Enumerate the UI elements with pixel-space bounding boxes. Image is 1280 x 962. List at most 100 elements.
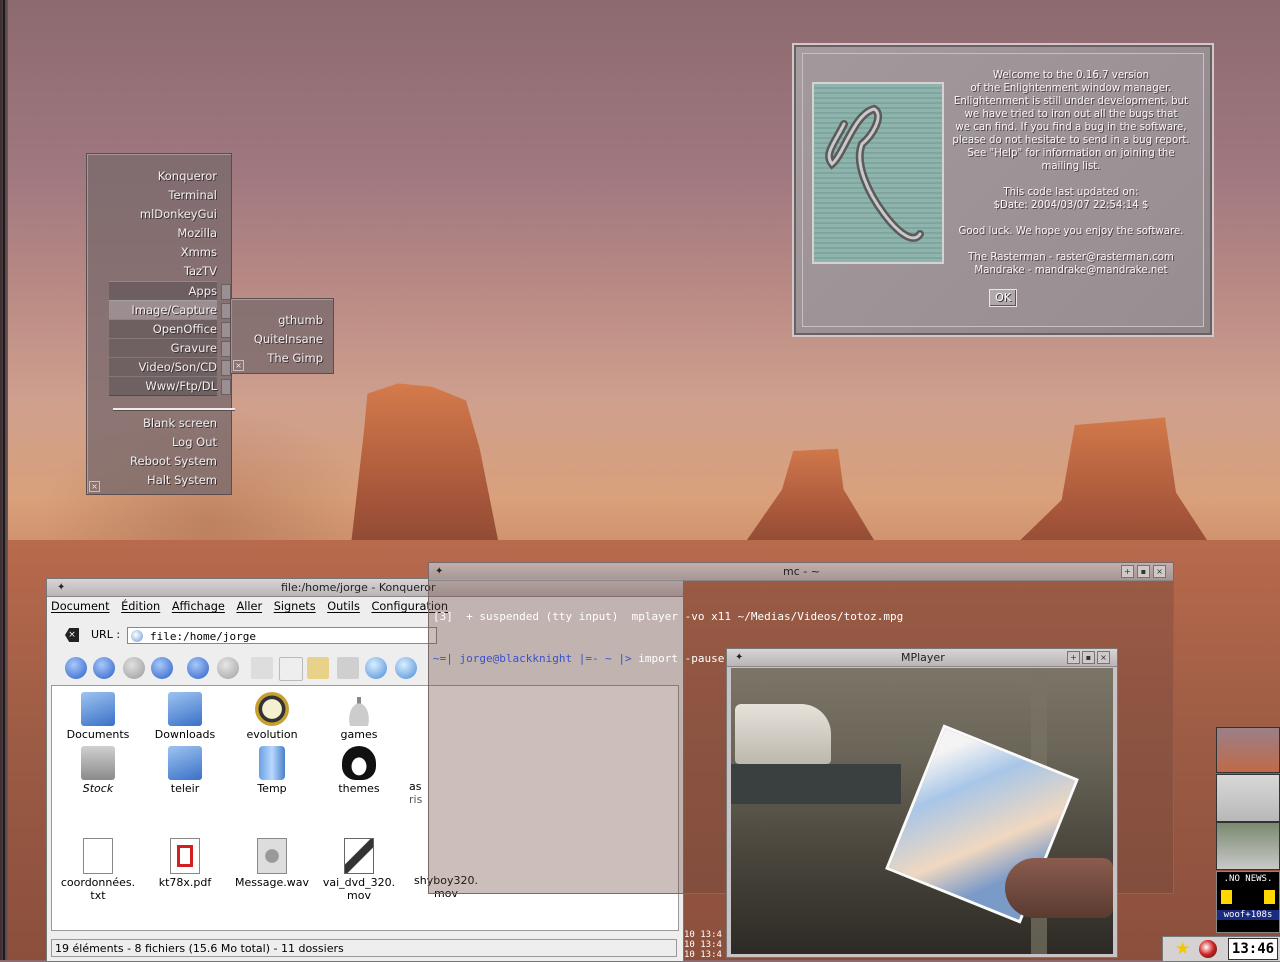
konqueror-title: file:/home/jorge - Konqueror — [281, 581, 436, 594]
menu-item-the-gimp[interactable]: The Gimp — [267, 349, 323, 367]
folder-icon — [168, 746, 202, 780]
close-icon[interactable]: × — [1097, 651, 1110, 664]
mplayer-titlebar[interactable]: ✦ MPlayer + ▪ × — [727, 649, 1117, 667]
terminal-titlebar[interactable]: ✦ mc - ~ + ▪ × — [429, 563, 1173, 581]
menu-item-mozilla[interactable]: Mozilla — [177, 224, 217, 242]
ok-button[interactable]: OK — [989, 289, 1017, 307]
file-label: coordonnées. txt — [60, 876, 136, 902]
file-item[interactable]: games — [315, 692, 403, 741]
file-item[interactable]: Temp — [228, 746, 316, 795]
root-menu: Konqueror Terminal mlDonkeyGui Mozilla X… — [86, 153, 235, 495]
menu-item-log-out[interactable]: Log Out — [172, 433, 217, 451]
submenu-openoffice[interactable]: OpenOffice — [109, 319, 231, 339]
stop-icon[interactable] — [217, 657, 239, 679]
folder-downloads-icon — [168, 692, 202, 726]
menu-item-terminal[interactable]: Terminal — [168, 186, 217, 204]
video-phone-shape — [735, 704, 831, 764]
file-item[interactable]: Message.wav — [228, 838, 316, 889]
reload-icon[interactable] — [187, 657, 209, 679]
menu-item-quiteinsane[interactable]: QuiteInsane — [254, 330, 323, 348]
welcome-message: Welcome to the 0.16.7 version of the Enl… — [952, 70, 1190, 276]
minimize-icon[interactable]: + — [1067, 651, 1080, 664]
close-icon[interactable]: × — [1153, 565, 1166, 578]
submenu-www-ftp-dl[interactable]: Www/Ftp/DL — [109, 376, 231, 396]
up-arrow-icon[interactable] — [65, 657, 87, 679]
menu-edition[interactable]: Édition — [121, 600, 160, 613]
file-item[interactable]: teleir — [141, 746, 229, 795]
back-arrow-icon[interactable] — [93, 657, 115, 679]
submenu-close-icon[interactable]: × — [233, 360, 244, 371]
video-icon — [344, 838, 374, 874]
window-menu-icon[interactable]: ✦ — [735, 649, 743, 666]
partial-label-ris: ris — [409, 793, 423, 806]
paste-icon[interactable] — [307, 657, 329, 679]
partial-file-label: as ris — [409, 780, 422, 806]
menu-item-konqueror[interactable]: Konqueror — [158, 167, 217, 185]
partial-label-as: as — [409, 780, 422, 793]
desktop-pager-2[interactable] — [1216, 774, 1280, 822]
video-desk-shape — [731, 764, 901, 804]
copy-icon[interactable] — [279, 657, 303, 681]
cut-icon[interactable] — [251, 657, 273, 679]
submenu-image-capture-label: Image/Capture — [131, 303, 217, 317]
menu-item-mldonkeygui[interactable]: mlDonkeyGui — [140, 205, 217, 223]
window-menu-icon[interactable]: ✦ — [57, 579, 65, 596]
hdd-icon — [81, 746, 115, 780]
submenu-image-capture[interactable]: Image/Capture — [109, 300, 231, 320]
e-sword-icon — [825, 104, 924, 242]
file-label: Message.wav — [235, 876, 309, 889]
menu-document[interactable]: Document — [51, 600, 110, 613]
sound-icon — [257, 838, 287, 874]
zoom-in-icon[interactable] — [365, 657, 387, 679]
maximize-icon[interactable]: ▪ — [1137, 565, 1150, 578]
minimize-icon[interactable]: + — [1121, 565, 1134, 578]
file-label: evolution — [246, 728, 298, 741]
clock-display: 13:46 — [1228, 938, 1278, 960]
menu-item-reboot-system[interactable]: Reboot System — [130, 452, 217, 470]
mandrake-icon[interactable] — [1199, 940, 1217, 958]
submenu-video-son-cd[interactable]: Video/Son/CD — [109, 357, 231, 377]
menu-item-xmms[interactable]: Xmms — [181, 243, 217, 261]
mplayer-title: MPlayer — [901, 651, 945, 664]
clear-location-icon[interactable]: × — [65, 628, 79, 642]
text-file-icon — [83, 838, 113, 874]
maximize-icon[interactable]: ▪ — [1082, 651, 1095, 664]
print-icon[interactable] — [337, 657, 359, 679]
window-menu-icon[interactable]: ✦ — [435, 563, 443, 580]
menu-close-icon[interactable]: × — [89, 481, 100, 492]
file-label: games — [340, 728, 378, 741]
zoom-out-icon[interactable] — [395, 657, 417, 679]
menu-item-blank-screen[interactable]: Blank screen — [143, 414, 217, 432]
forward-arrow-icon[interactable] — [123, 657, 145, 679]
file-item[interactable]: evolution — [228, 692, 316, 741]
file-item[interactable]: themes — [315, 746, 403, 795]
file-item[interactable]: coordonnées. txt — [54, 838, 142, 902]
menu-affichage[interactable]: Affichage — [172, 600, 225, 613]
file-item[interactable]: Stock — [54, 746, 142, 795]
pdf-icon — [170, 838, 200, 874]
file-label: Documents — [66, 728, 130, 741]
desktop-pager-3[interactable] — [1216, 822, 1280, 870]
file-item[interactable]: kt78x.pdf — [141, 838, 229, 889]
desktop-edge-bar — [0, 0, 8, 960]
file-item[interactable]: Documents — [54, 692, 142, 741]
menu-signets[interactable]: Signets — [274, 600, 316, 613]
submenu-apps[interactable]: Apps — [109, 281, 231, 301]
file-item[interactable]: vai_dvd_320. mov — [315, 838, 403, 902]
video-frame[interactable] — [731, 668, 1113, 954]
home-icon[interactable] — [151, 657, 173, 679]
star-icon[interactable]: ★ — [1175, 939, 1190, 959]
menu-aller[interactable]: Aller — [236, 600, 262, 613]
url-input[interactable]: file:/home/jorge — [127, 627, 437, 644]
menu-outils[interactable]: Outils — [327, 600, 360, 613]
file-label: Stock — [82, 782, 114, 795]
side-time: 10 13:4 — [684, 950, 722, 960]
submenu-openoffice-label: OpenOffice — [152, 322, 217, 336]
menu-item-taztv[interactable]: TazTV — [184, 262, 217, 280]
submenu-gravure[interactable]: Gravure — [109, 338, 231, 358]
desktop-pager-1[interactable] — [1216, 727, 1280, 773]
news-epplet[interactable]: .NO NEWS. woof+108s — [1216, 871, 1280, 933]
menu-item-gthumb[interactable]: gthumb — [278, 311, 323, 329]
menu-item-halt-system[interactable]: Halt System — [147, 471, 217, 489]
file-item[interactable]: Downloads — [141, 692, 229, 741]
